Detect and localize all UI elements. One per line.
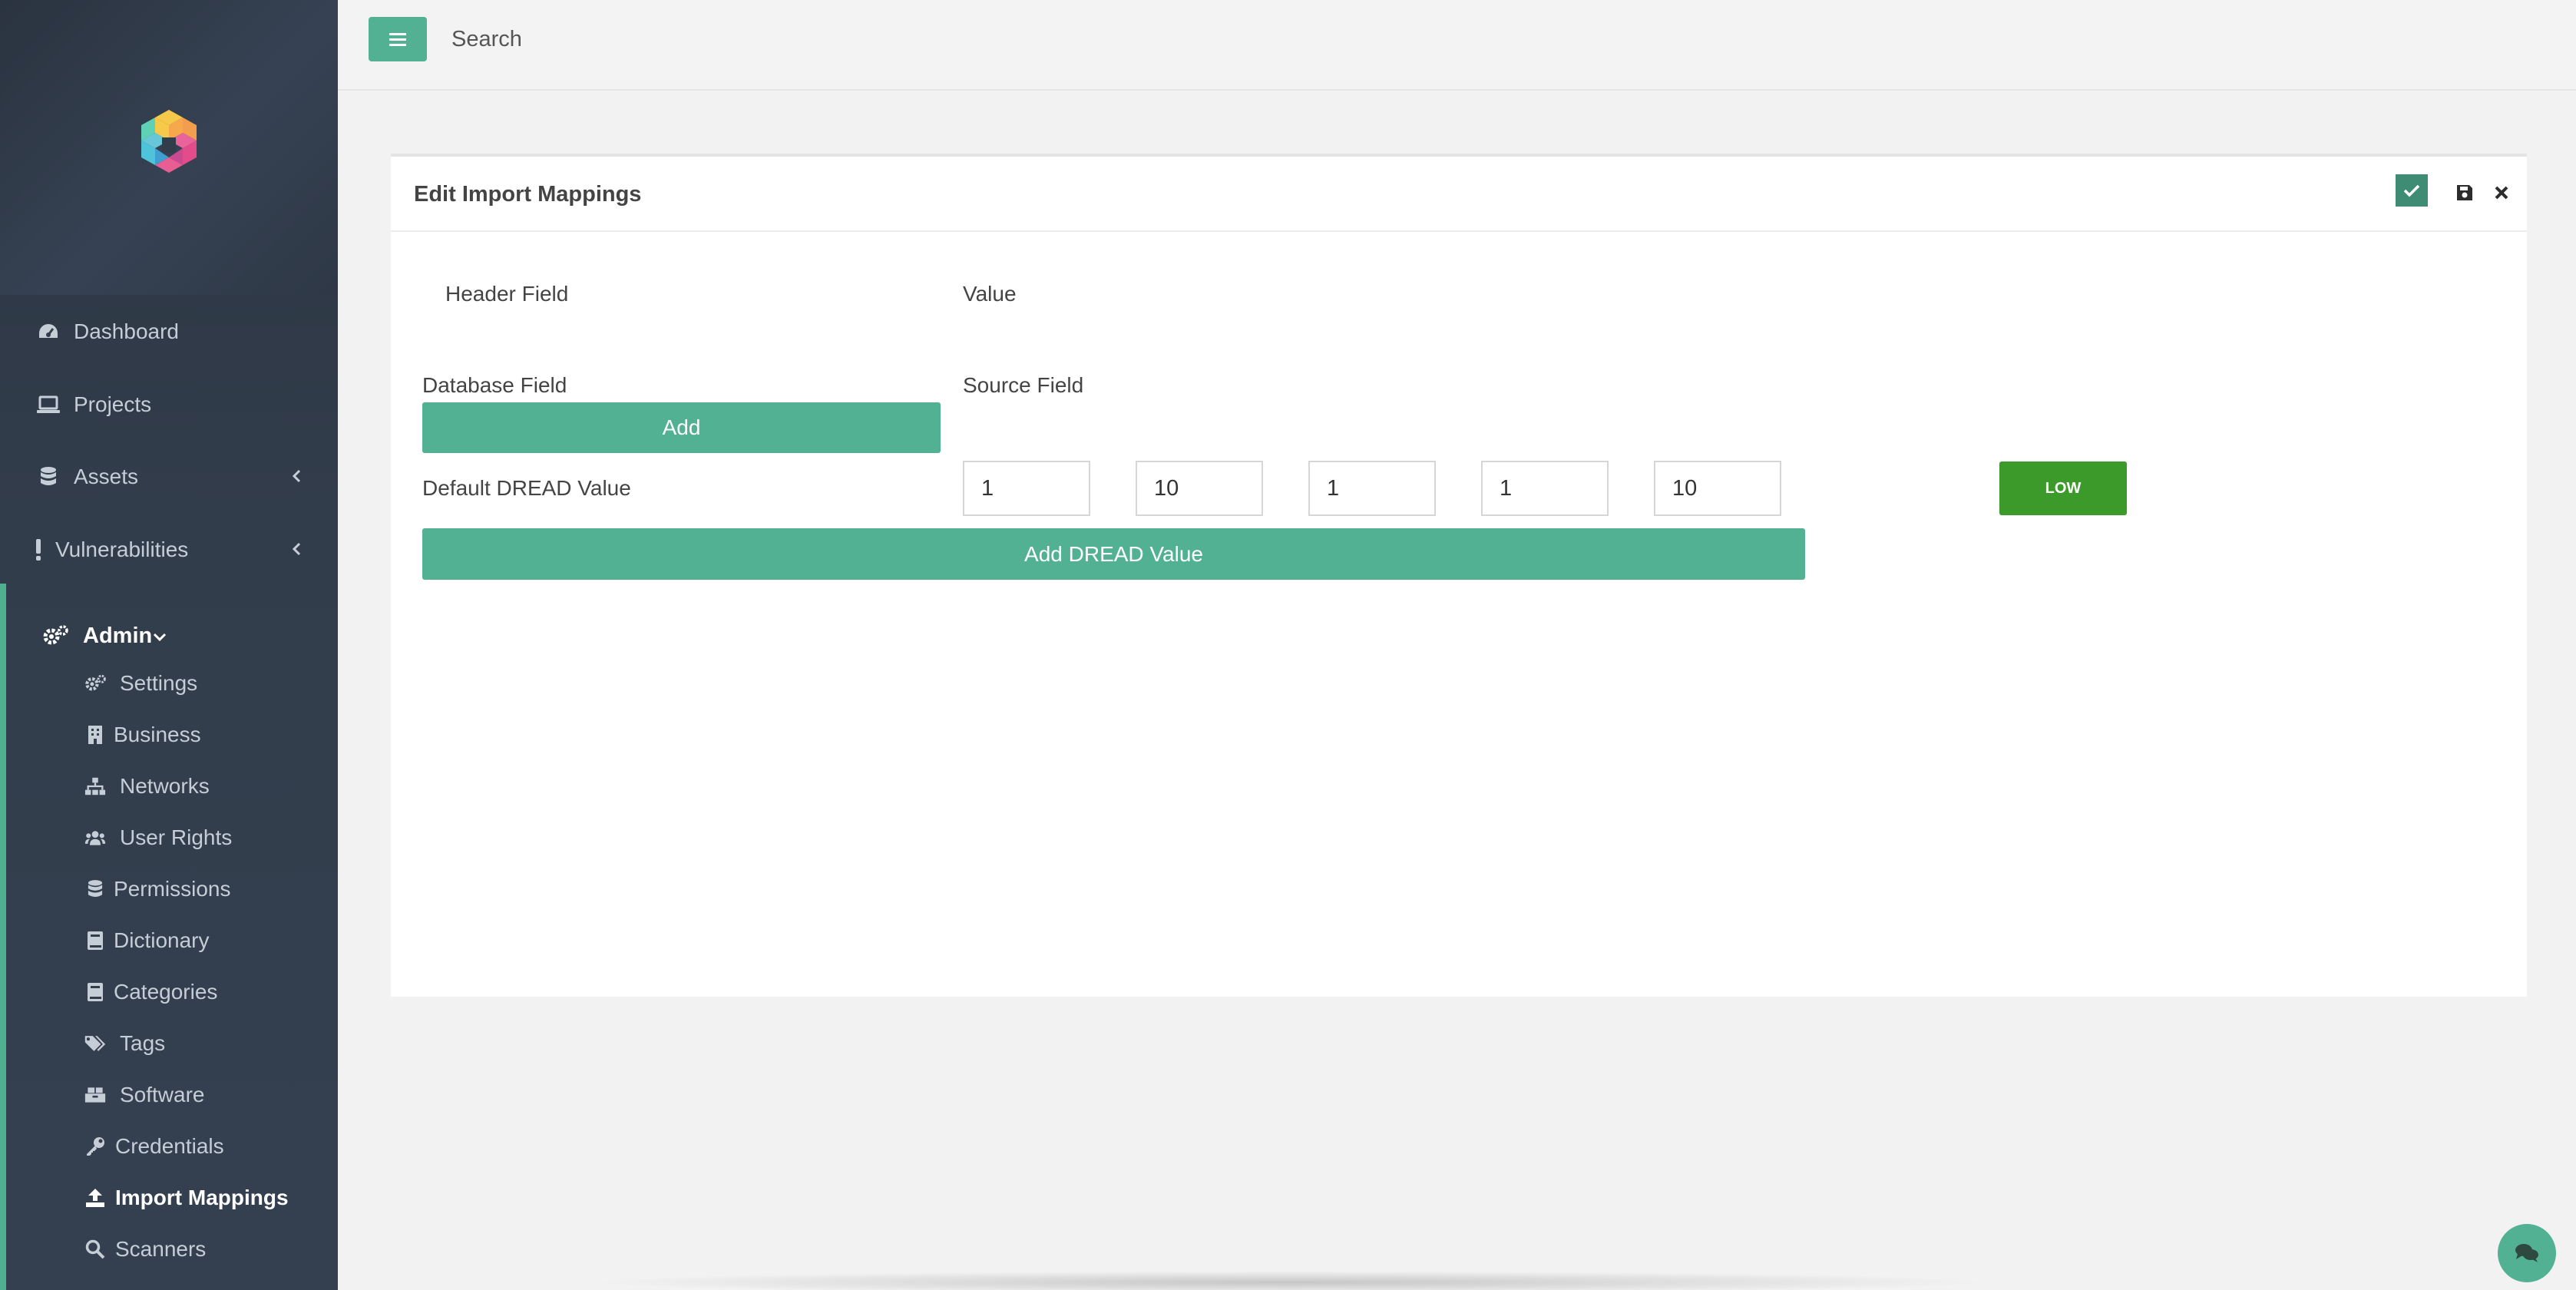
dread-affected-users-input[interactable] [1481, 461, 1609, 516]
sidebar-item-business[interactable]: Business [0, 711, 338, 759]
cogs-icon [41, 622, 69, 650]
sidebar-item-networks[interactable]: Networks [0, 762, 338, 810]
comments-icon [2515, 1244, 2538, 1262]
menu-toggle-button[interactable] [369, 17, 427, 61]
value-label: Value [963, 282, 1017, 306]
add-button[interactable]: Add [422, 402, 941, 453]
sidebar-subitem-label: Settings [120, 671, 198, 695]
dread-damage-input[interactable] [963, 461, 1090, 516]
tags-icon [84, 1033, 106, 1054]
panel-title: Edit Import Mappings [414, 182, 642, 207]
sidebar-item-assets[interactable]: Assets [0, 442, 338, 511]
risk-level-badge[interactable]: LOW [1999, 461, 2127, 515]
building-icon [84, 724, 106, 746]
confirm-button[interactable] [2396, 174, 2428, 207]
key-icon [84, 1136, 106, 1157]
search-icon [84, 1239, 106, 1260]
dread-discoverability-input[interactable] [1654, 461, 1781, 516]
edit-import-mappings-panel: Edit Import Mappings Header Field Value … [391, 154, 2527, 997]
hamburger-icon [389, 33, 406, 46]
app-logo [141, 110, 197, 173]
sidebar-subitem-label: Dictionary [114, 928, 210, 952]
sidebar-item-dictionary[interactable]: Dictionary [0, 917, 338, 964]
save-button[interactable] [2454, 182, 2475, 203]
sidebar-item-user-rights[interactable]: User Rights [0, 814, 338, 862]
sidebar-subitem-label: Business [114, 723, 201, 746]
search-input[interactable] [451, 17, 912, 61]
dread-exploitability-input[interactable] [1308, 461, 1436, 516]
sidebar-subitem-label: Permissions [114, 877, 231, 901]
close-button[interactable] [2490, 181, 2513, 204]
book-icon [84, 981, 106, 1003]
chevron-left-icon [286, 538, 307, 560]
topbar [338, 0, 2576, 91]
sidebar-item-label: Dashboard [74, 319, 179, 343]
sidebar-item-permissions[interactable]: Permissions [0, 865, 338, 913]
sidebar: Dashboard Projects Assets Vulnerabilitie… [0, 0, 338, 1290]
sidebar-item-vulnerabilities[interactable]: Vulnerabilities [0, 515, 338, 584]
sidebar-item-software[interactable]: Software [0, 1071, 338, 1119]
sidebar-item-projects[interactable]: Projects [0, 370, 338, 439]
database-icon [35, 464, 61, 490]
chevron-down-icon [152, 624, 167, 649]
exclamation-icon [31, 537, 46, 563]
sidebar-item-scanners[interactable]: Scanners [0, 1226, 338, 1273]
sidebar-item-label: Assets [74, 465, 139, 488]
add-dread-value-button[interactable]: Add DREAD Value [422, 528, 1805, 580]
sidebar-subitem-label: Credentials [115, 1134, 224, 1158]
admin-group: Admin Settings Business Networks User Ri… [0, 584, 338, 1290]
sidebar-subitem-label: Scanners [115, 1237, 207, 1261]
chat-button[interactable] [2498, 1224, 2556, 1282]
sidebar-item-credentials[interactable]: Credentials [0, 1123, 338, 1170]
sidebar-item-settings[interactable]: Settings [0, 660, 338, 707]
bottom-shadow [584, 1271, 1996, 1290]
upload-icon [84, 1187, 106, 1209]
cogs-icon [84, 673, 106, 694]
sidebar-subitem-label: User Rights [120, 825, 233, 849]
sidebar-item-label: Admin [83, 623, 153, 648]
laptop-icon [35, 392, 61, 418]
source-field-label: Source Field [963, 373, 1084, 397]
book-icon [84, 930, 106, 951]
sidebar-subitem-label: Software [120, 1083, 205, 1106]
users-icon [84, 827, 106, 848]
floppy-disk-icon [2457, 185, 2472, 200]
sidebar-item-categories[interactable]: Categories [0, 968, 338, 1016]
sidebar-subitem-label: Categories [114, 980, 218, 1004]
sitemap-icon [84, 776, 106, 797]
check-icon [2403, 184, 2420, 197]
sidebar-item-import-mappings[interactable]: Import Mappings [0, 1174, 338, 1222]
database-icon [84, 878, 106, 900]
default-dread-value-label: Default DREAD Value [422, 476, 631, 500]
sidebar-item-label: Vulnerabilities [55, 538, 189, 561]
dread-reproducibility-input[interactable] [1136, 461, 1263, 516]
sidebar-item-tags[interactable]: Tags [0, 1020, 338, 1067]
sidebar-item-label: Projects [74, 392, 152, 416]
boxes-icon [84, 1084, 106, 1106]
sidebar-subitem-label: Networks [120, 774, 210, 798]
sidebar-subitem-label: Tags [120, 1031, 166, 1055]
logo-area [0, 0, 338, 295]
header-field-label: Header Field [445, 282, 569, 306]
sidebar-subitem-label: Import Mappings [115, 1186, 289, 1209]
database-field-label: Database Field [422, 373, 567, 397]
panel-header: Edit Import Mappings [391, 157, 2527, 232]
close-icon [2495, 186, 2508, 200]
gauge-icon [35, 319, 61, 345]
chevron-left-icon [286, 465, 307, 487]
sidebar-item-dashboard[interactable]: Dashboard [0, 297, 338, 366]
